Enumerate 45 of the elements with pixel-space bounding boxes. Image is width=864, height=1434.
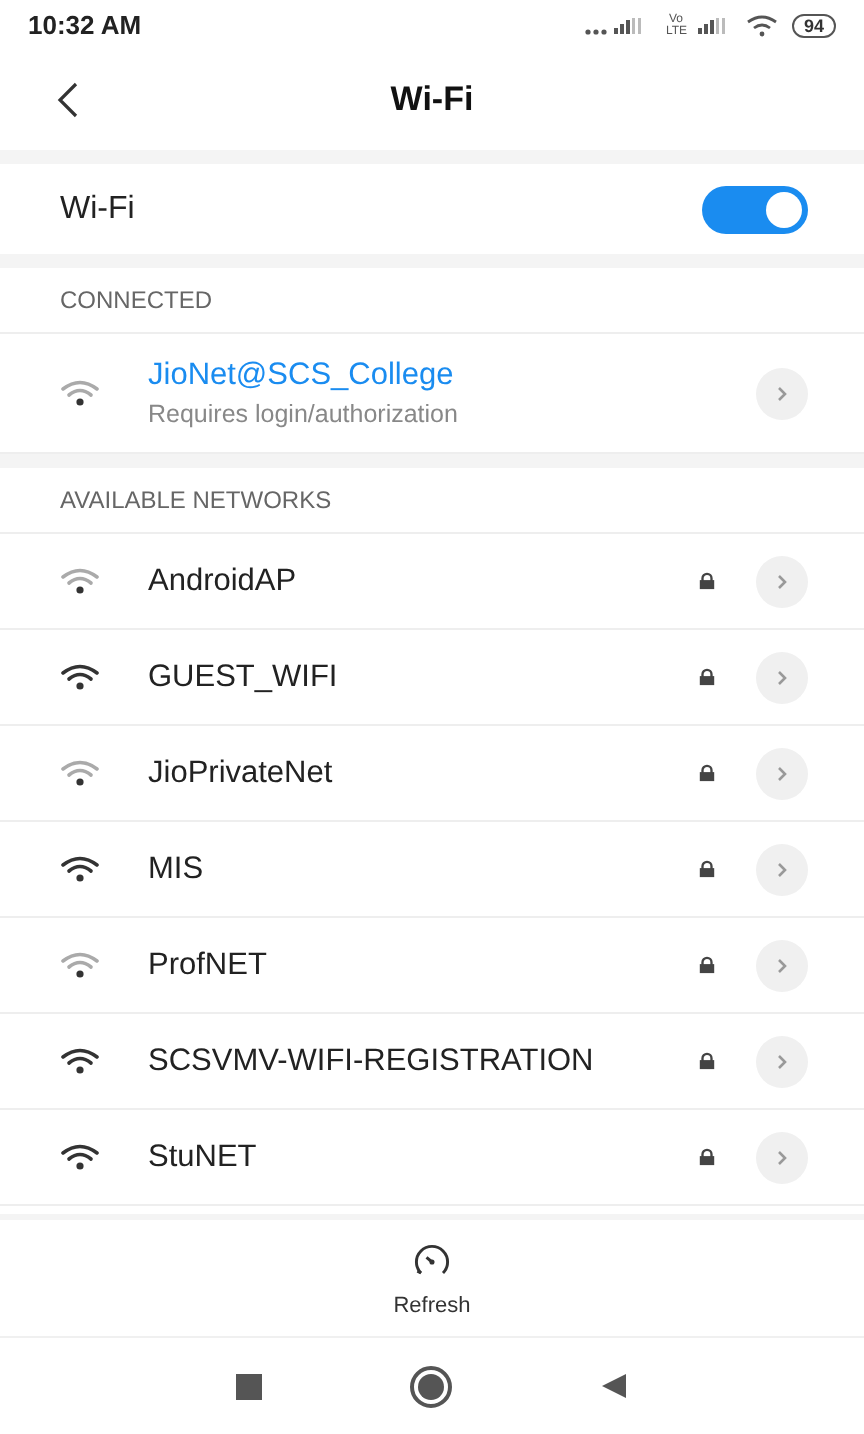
recents-button[interactable] [236,1373,262,1399]
network-name: StuNET [148,1139,259,1175]
chevron-icon [772,763,792,783]
network-name: ProfNET [148,947,269,983]
network-item[interactable]: SCSVMV-WIFI-REGISTRATION [0,1014,864,1110]
back-nav-button[interactable] [600,1372,628,1400]
battery-level: 94 [791,13,836,37]
chevron-icon [772,383,792,403]
chevron-icon [772,571,792,591]
network-name: JioPrivateNet [148,755,335,791]
section-heading: CONNECTED [60,286,213,314]
chevron-icon [772,1051,792,1071]
details-button[interactable] [756,367,808,419]
back-button[interactable] [56,80,80,120]
network-name: MIS [148,851,206,887]
details-button[interactable] [756,747,808,799]
chevron-icon [772,1147,792,1167]
details-button[interactable] [756,843,808,895]
network-item[interactable]: ProfNET [0,918,864,1014]
status-time: 10:32 AM [28,10,142,40]
section-heading: AVAILABLE NETWORKS [60,486,332,514]
network-item[interactable]: AndroidAP [0,534,864,630]
network-item[interactable]: JioPrivateNet [0,726,864,822]
network-status: Requires login/authorization [148,400,460,428]
chevron-icon [772,859,792,879]
network-item[interactable]: MIS [0,822,864,918]
chevron-icon [772,667,792,687]
network-name: SCSVMV-WIFI-REGISTRATION [148,1043,596,1079]
home-button[interactable] [410,1365,452,1407]
network-item[interactable]: GUEST_WIFI [0,630,864,726]
wifi-label: Wi-Fi [60,191,137,227]
details-button[interactable] [756,555,808,607]
chevron-icon [772,955,792,975]
details-button[interactable] [756,1131,808,1183]
network-name: JioNet@SCS_College [148,358,456,394]
network-item[interactable]: StuNET [0,1110,864,1206]
details-button[interactable] [756,1035,808,1087]
page-title: Wi-Fi [390,80,474,120]
refresh-button[interactable]: Refresh [393,1239,471,1317]
wifi-switch[interactable] [702,185,808,233]
network-name: GUEST_WIFI [148,659,340,695]
details-button[interactable] [756,939,808,991]
wifi-icon [745,13,782,37]
network-name: AndroidAP [148,563,299,599]
details-button[interactable] [756,651,808,703]
